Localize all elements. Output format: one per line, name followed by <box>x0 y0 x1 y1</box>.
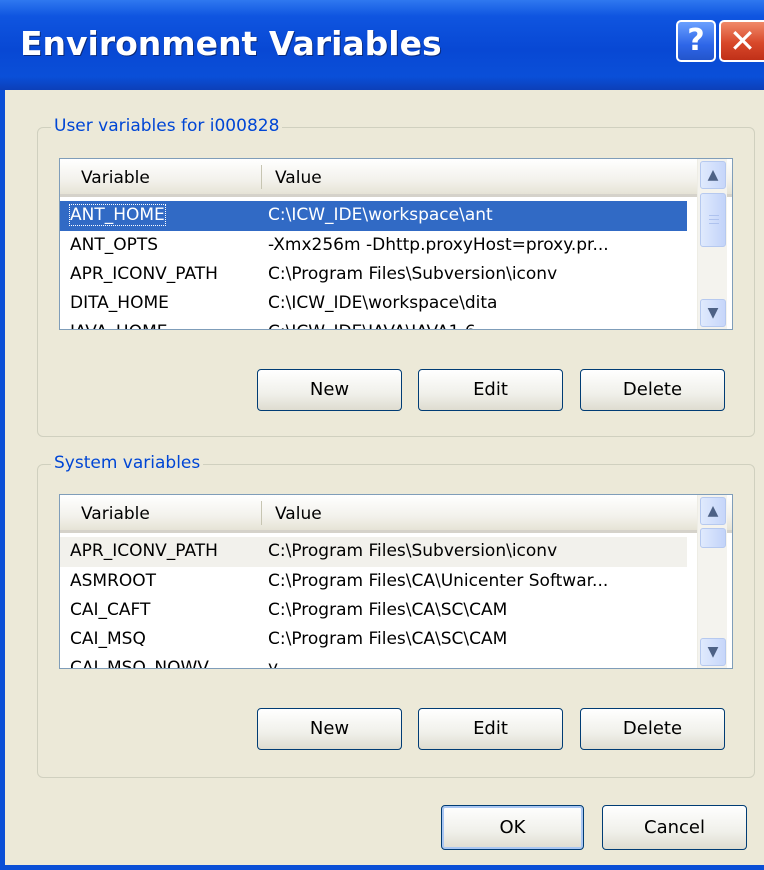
column-value[interactable]: Value <box>275 504 322 524</box>
variable-value: C:\ICW_IDE\workspace\dita <box>268 293 498 313</box>
title-bar[interactable]: Environment Variables ? ✕ <box>0 0 764 90</box>
variable-value: -Xmx256m -Dhttp.proxyHost=proxy.pr... <box>268 235 609 255</box>
variable-name: CAI_CAFT <box>70 600 151 620</box>
variable-name: ANT_HOME <box>69 204 166 226</box>
scroll-thumb[interactable] <box>700 528 726 548</box>
column-variable[interactable]: Variable <box>81 168 150 188</box>
system-variable-row-cai-msq-nowv[interactable]: CAI_MSQ_NOWV y <box>60 654 687 669</box>
user-delete-button[interactable]: Delete <box>580 369 725 411</box>
cancel-button[interactable]: Cancel <box>602 805 747 850</box>
close-icon: ✕ <box>729 22 756 60</box>
help-icon: ? <box>687 23 705 58</box>
column-divider[interactable] <box>261 501 262 525</box>
variable-name: JAVA_HOME <box>70 322 168 329</box>
dialog-body: User variables for i000828 Variable Valu… <box>5 90 764 865</box>
window-title: Environment Variables <box>20 24 442 63</box>
variable-name: APR_ICONV_PATH <box>70 264 218 284</box>
button-label: New <box>309 379 350 400</box>
scroll-up-arrow-icon[interactable]: ▲ <box>700 497 726 525</box>
variable-value: C:\Program Files\Subversion\iconv <box>268 541 558 561</box>
system-new-button[interactable]: New <box>257 708 402 750</box>
user-variables-list[interactable]: Variable Value ANT_HOME C:\ICW_IDE\works… <box>59 158 733 330</box>
scroll-thumb[interactable] <box>700 193 726 247</box>
window-bottom-border <box>0 865 764 870</box>
user-variable-row-dita-home[interactable]: DITA_HOME C:\ICW_IDE\workspace\dita <box>60 289 687 319</box>
variable-value: C:\ICW_IDE\workspace\ant <box>268 205 493 225</box>
user-variable-row-ant-opts[interactable]: ANT_OPTS -Xmx256m -Dhttp.proxyHost=proxy… <box>60 231 687 261</box>
variable-name: CAI_MSQ_NOWV <box>70 658 209 669</box>
user-variable-row-ant-home[interactable]: ANT_HOME C:\ICW_IDE\workspace\ant <box>60 201 687 231</box>
button-label: Edit <box>473 379 508 400</box>
user-variable-row-java-home[interactable]: JAVA_HOME C:\ICW_IDE\JAVA\JAVA1.6 <box>60 318 687 329</box>
variable-value: C:\Program Files\CA\SC\CAM <box>268 629 508 649</box>
system-list-header: Variable Value <box>60 495 732 533</box>
variable-name: ANT_OPTS <box>70 235 159 255</box>
variable-name: ASMROOT <box>70 571 157 591</box>
system-edit-button[interactable]: Edit <box>418 708 563 750</box>
user-list-scrollbar[interactable]: ▲ ▼ <box>697 159 727 329</box>
system-delete-button[interactable]: Delete <box>580 708 725 750</box>
system-variable-row-asmroot[interactable]: ASMROOT C:\Program Files\CA\Unicenter So… <box>60 567 687 597</box>
button-label: Delete <box>622 718 683 739</box>
column-divider[interactable] <box>261 165 262 189</box>
variable-value: C:\Program Files\CA\SC\CAM <box>268 600 508 620</box>
user-variable-row-apr-iconv-path[interactable]: APR_ICONV_PATH C:\Program Files\Subversi… <box>60 260 687 290</box>
scroll-down-arrow-icon[interactable]: ▼ <box>700 638 726 666</box>
button-label: OK <box>499 817 526 838</box>
button-label: New <box>309 718 350 739</box>
variable-value: y <box>268 658 279 669</box>
system-list-scrollbar[interactable]: ▲ ▼ <box>697 495 727 668</box>
button-label: Edit <box>473 718 508 739</box>
variable-value: C:\Program Files\CA\Unicenter Softwar... <box>268 571 609 591</box>
help-button[interactable]: ? <box>676 20 716 62</box>
scroll-down-arrow-icon[interactable]: ▼ <box>700 299 726 327</box>
environment-variables-window: Environment Variables ? ✕ User variables… <box>0 0 764 870</box>
column-variable[interactable]: Variable <box>81 504 150 524</box>
user-edit-button[interactable]: Edit <box>418 369 563 411</box>
system-variable-row-cai-msq[interactable]: CAI_MSQ C:\Program Files\CA\SC\CAM <box>60 625 687 655</box>
button-label: Delete <box>622 379 683 400</box>
column-value[interactable]: Value <box>275 168 322 188</box>
ok-button[interactable]: OK <box>441 805 584 850</box>
variable-name: DITA_HOME <box>70 293 169 313</box>
system-variable-row-cai-caft[interactable]: CAI_CAFT C:\Program Files\CA\SC\CAM <box>60 596 687 626</box>
variable-name: CAI_MSQ <box>70 629 146 649</box>
variable-value: C:\Program Files\Subversion\iconv <box>268 264 558 284</box>
user-list-header: Variable Value <box>60 159 732 197</box>
user-variables-label: User variables for i000828 <box>51 116 283 136</box>
variable-name: APR_ICONV_PATH <box>70 541 218 561</box>
system-variables-list[interactable]: Variable Value APR_ICONV_PATH C:\Program… <box>59 494 733 669</box>
scroll-up-arrow-icon[interactable]: ▲ <box>700 161 726 189</box>
system-variables-label: System variables <box>51 453 204 473</box>
button-label: Cancel <box>644 817 705 838</box>
variable-value: C:\ICW_IDE\JAVA\JAVA1.6 <box>268 322 476 329</box>
system-variable-row-apr-iconv-path[interactable]: APR_ICONV_PATH C:\Program Files\Subversi… <box>60 537 687 567</box>
user-new-button[interactable]: New <box>257 369 402 411</box>
close-button[interactable]: ✕ <box>719 20 764 62</box>
